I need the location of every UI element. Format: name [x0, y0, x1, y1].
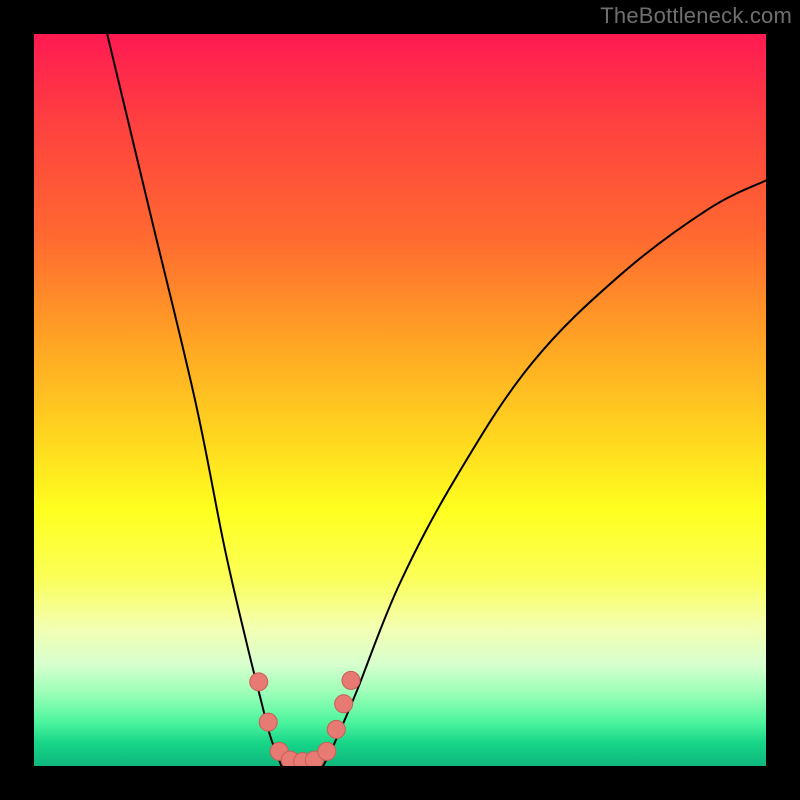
- valley-markers: [250, 671, 360, 766]
- curve-layer: [34, 34, 766, 766]
- valley-marker: [327, 720, 345, 738]
- bottleneck-curve: [107, 34, 766, 766]
- valley-marker: [259, 713, 277, 731]
- chart-frame: TheBottleneck.com: [0, 0, 800, 800]
- plot-area: [34, 34, 766, 766]
- curve-path: [107, 34, 766, 766]
- watermark-text: TheBottleneck.com: [600, 3, 792, 29]
- valley-marker: [335, 695, 353, 713]
- valley-marker: [318, 742, 336, 760]
- valley-marker: [342, 671, 360, 689]
- valley-marker: [250, 673, 268, 691]
